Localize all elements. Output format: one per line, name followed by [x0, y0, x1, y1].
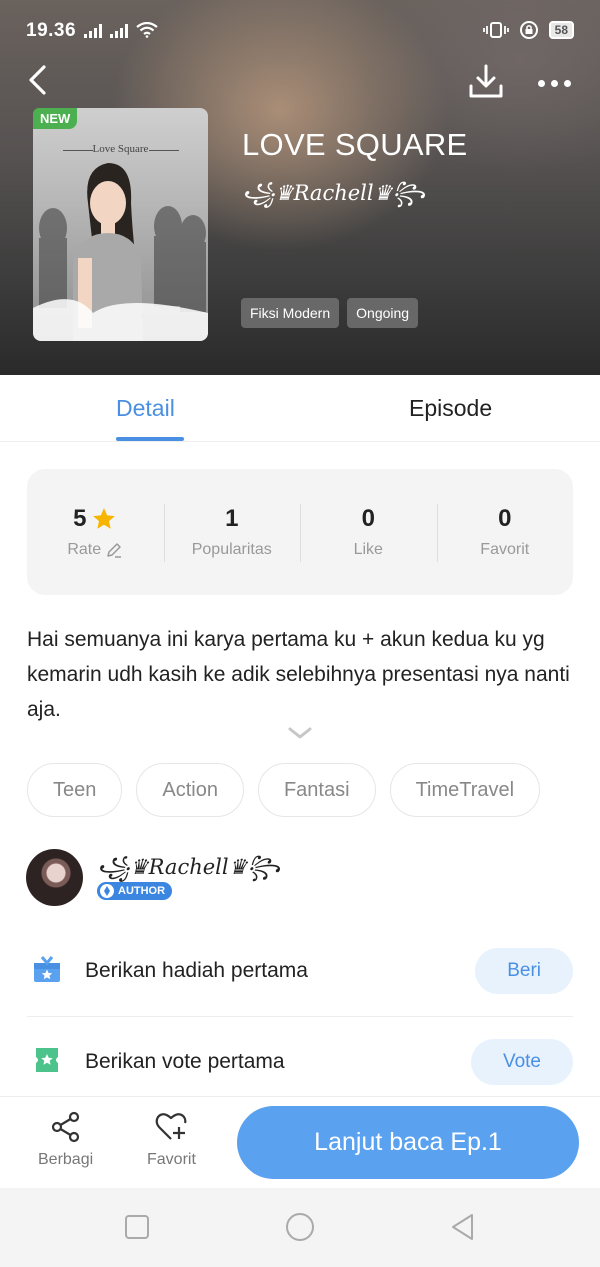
- rate-value: 5: [73, 505, 87, 532]
- vote-row: Berikan vote pertama Vote: [27, 1018, 573, 1108]
- like-label: Like: [353, 541, 383, 558]
- like-value: 0: [361, 505, 375, 532]
- popularity-label: Popularitas: [191, 541, 272, 558]
- tag-category[interactable]: Fiksi Modern: [241, 298, 340, 328]
- stat-popularity: 1 Popularitas: [163, 469, 301, 595]
- stats-card: 5 Rate 1 Popularitas 0 Like 0 Favorit: [27, 469, 573, 595]
- stat-rate[interactable]: 5 Rate: [27, 469, 164, 595]
- genre-tag[interactable]: TimeTravel: [389, 763, 541, 817]
- popularity-value: 1: [225, 505, 239, 532]
- new-badge: NEW: [33, 108, 78, 129]
- page-title: LOVE SQUARE: [242, 127, 468, 162]
- share-label: Berbagi: [38, 1151, 94, 1168]
- cover-illustration: [33, 163, 208, 341]
- tab-detail[interactable]: Detail: [116, 395, 175, 422]
- chevron-left-icon: [29, 65, 46, 95]
- recents-icon[interactable]: [122, 1212, 152, 1242]
- gift-icon: [34, 956, 60, 982]
- continue-reading-button[interactable]: Lanjut baca Ep.1: [237, 1106, 579, 1179]
- stat-favorite: 0 Favorit: [436, 469, 574, 595]
- tab-episode[interactable]: Episode: [409, 395, 492, 422]
- tab-bar: Detail Episode: [0, 375, 600, 442]
- genre-tags: Teen Action Fantasi TimeTravel: [27, 763, 541, 817]
- favorite-button[interactable]: Favorit: [147, 1111, 196, 1169]
- genre-tag[interactable]: Fantasi: [257, 763, 376, 817]
- wifi-icon: [136, 22, 158, 38]
- system-nav-bar: [0, 1188, 600, 1267]
- hero-tags: Fiksi Modern Ongoing: [241, 298, 419, 328]
- bottom-action-bar: Berbagi Favorit Lanjut baca Ep.1: [0, 1096, 600, 1188]
- share-button[interactable]: Berbagi: [38, 1111, 93, 1169]
- vibrate-icon: [482, 22, 509, 38]
- tag-status: Ongoing: [347, 298, 419, 328]
- favorite-value: 0: [498, 505, 512, 532]
- favorite-label: Favorit: [147, 1151, 196, 1168]
- more-horizontal-icon: [537, 79, 545, 87]
- vote-label: Berikan vote pertama: [85, 1050, 285, 1073]
- header-author-name[interactable]: ꧁♛Rachell♛꧂: [242, 177, 425, 220]
- hero-header: 19.36 58 Love Square NEW LOVE SQUARE ꧁♛R…: [0, 0, 600, 375]
- battery-indicator: 58: [548, 21, 574, 39]
- give-gift-button[interactable]: Beri: [475, 948, 573, 994]
- author-badge-icon: [100, 884, 114, 898]
- genre-tag[interactable]: Teen: [27, 763, 123, 817]
- chevron-down-icon: [288, 727, 312, 739]
- status-time: 19.36: [26, 20, 77, 41]
- heart-plus-icon: [156, 1113, 187, 1140]
- favorite-label: Favorit: [480, 541, 530, 558]
- back-button[interactable]: [22, 62, 56, 98]
- stat-like: 0 Like: [300, 469, 437, 595]
- author-badge: AUTHOR: [97, 882, 173, 900]
- back-triangle-icon[interactable]: [448, 1212, 478, 1242]
- tab-indicator: [116, 437, 184, 441]
- expand-description-button[interactable]: [287, 724, 313, 742]
- rate-label: Rate: [67, 541, 102, 558]
- genre-tag[interactable]: Action: [136, 763, 244, 817]
- share-icon: [51, 1111, 79, 1143]
- avatar[interactable]: [26, 849, 83, 906]
- gift-row: Berikan hadiah pertama Beri: [27, 927, 573, 1017]
- synopsis-text: Hai semuanya ini karya pertama ku + akun…: [27, 628, 570, 721]
- download-icon: [469, 64, 503, 98]
- star-icon: [93, 508, 116, 529]
- download-button[interactable]: [466, 62, 506, 102]
- home-icon[interactable]: [284, 1211, 316, 1243]
- signal-icon: [84, 22, 158, 38]
- edit-icon: [107, 543, 122, 558]
- lock-rotation-icon: [519, 21, 538, 39]
- gift-label: Berikan hadiah pertama: [85, 959, 308, 982]
- cover-image: Love Square: [33, 108, 208, 341]
- vote-button[interactable]: Vote: [470, 1039, 573, 1085]
- ticket-icon: [36, 1048, 58, 1072]
- author-badge-label: AUTHOR: [118, 885, 166, 897]
- author-section[interactable]: ꧁♛Rachell♛꧂ AUTHOR: [26, 849, 574, 909]
- more-options-button[interactable]: [532, 68, 576, 98]
- status-bar: 19.36 58: [0, 0, 600, 60]
